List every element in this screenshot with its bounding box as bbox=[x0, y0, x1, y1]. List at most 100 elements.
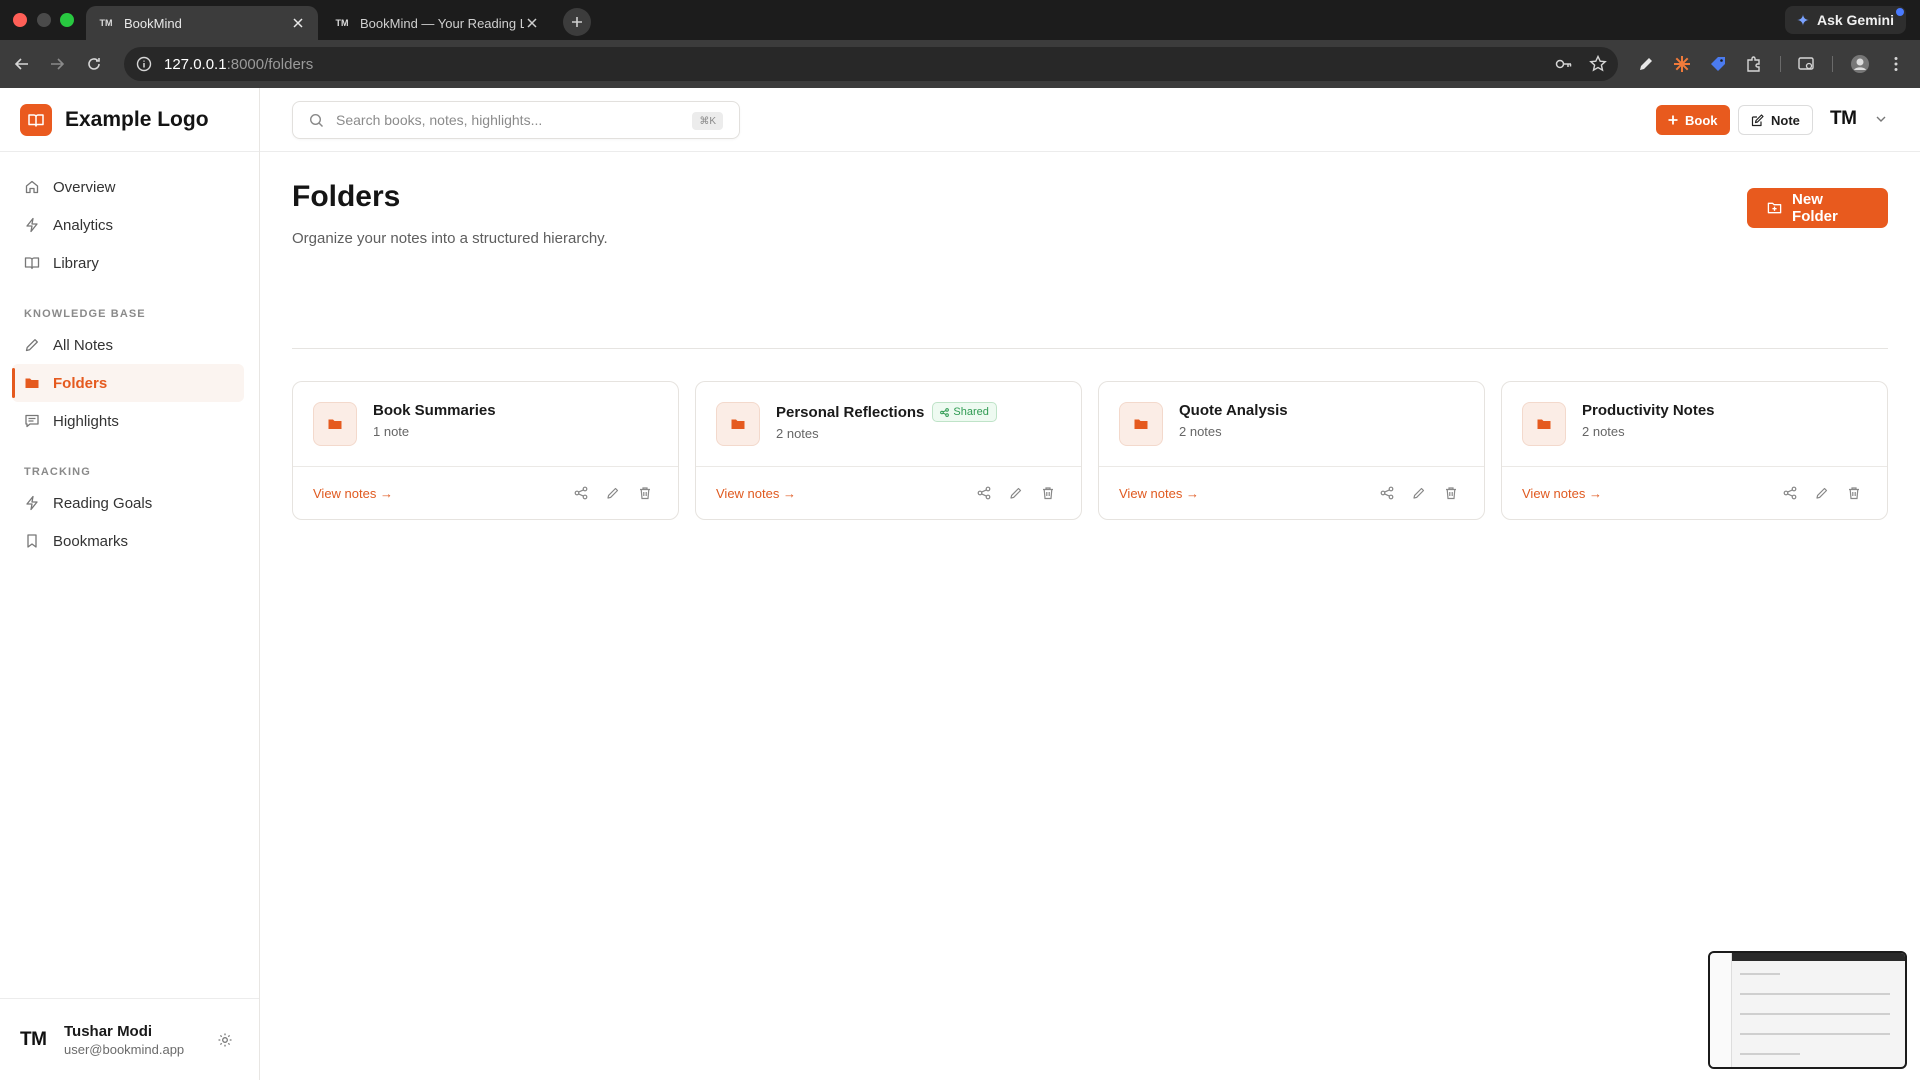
screenshot-thumbnail[interactable] bbox=[1708, 951, 1907, 1069]
brand[interactable]: Example Logo bbox=[0, 88, 259, 152]
thumbnail-line bbox=[1740, 1013, 1890, 1015]
profile-avatar-icon[interactable] bbox=[1848, 52, 1872, 76]
search-box[interactable]: ⌘K bbox=[292, 101, 740, 139]
window-zoom-button[interactable] bbox=[60, 13, 74, 27]
chevron-down-icon[interactable] bbox=[1874, 112, 1888, 126]
app-root: Example Logo Overview Analytics Library bbox=[0, 88, 1920, 1080]
share-icon bbox=[940, 407, 950, 417]
tab-favicon: TM bbox=[99, 18, 113, 28]
burst-extension-icon[interactable] bbox=[1670, 52, 1694, 76]
trash-icon[interactable] bbox=[638, 486, 652, 500]
view-notes-link[interactable]: View notes → bbox=[1119, 486, 1199, 501]
sidebar-item-label: Highlights bbox=[53, 412, 119, 430]
section-heading-knowledge-base: KNOWLEDGE BASE bbox=[24, 308, 146, 320]
window-close-button[interactable] bbox=[13, 13, 27, 27]
folder-name[interactable]: Personal Reflections bbox=[776, 404, 924, 421]
close-icon[interactable] bbox=[290, 15, 306, 31]
sidebar-item-analytics[interactable]: Analytics bbox=[12, 206, 244, 244]
page-title: Folders bbox=[292, 180, 401, 213]
folder-card-header: Book Summaries 1 note bbox=[293, 382, 678, 467]
folder-card-footer: View notes → bbox=[696, 467, 1081, 520]
thumbnail-sidebar bbox=[1710, 953, 1732, 1067]
forward-button[interactable] bbox=[45, 52, 69, 76]
share-icon[interactable] bbox=[1783, 486, 1797, 500]
menu-dots-icon[interactable] bbox=[1884, 52, 1908, 76]
add-book-button[interactable]: Book bbox=[1656, 105, 1730, 135]
avatar[interactable]: TM bbox=[1830, 108, 1857, 130]
address-bar[interactable]: 127.0.0.1:8000/folders bbox=[124, 47, 1618, 81]
edit-icon[interactable] bbox=[606, 486, 620, 500]
extensions-puzzle-icon[interactable] bbox=[1742, 52, 1766, 76]
share-icon[interactable] bbox=[977, 486, 991, 500]
bookmark-icon bbox=[24, 533, 40, 549]
sidebar-item-bookmarks[interactable]: Bookmarks bbox=[12, 522, 244, 560]
folder-icon bbox=[1522, 402, 1566, 446]
new-folder-button[interactable]: New Folder bbox=[1747, 188, 1888, 228]
add-note-label: Note bbox=[1771, 112, 1800, 128]
bookmark-star-icon[interactable] bbox=[1588, 54, 1608, 74]
sidebar-item-label: Folders bbox=[53, 374, 108, 392]
search-shortcut-hint: ⌘K bbox=[692, 112, 723, 130]
search-input[interactable] bbox=[336, 112, 676, 128]
user-profile[interactable]: TM Tushar Modi user@bookmind.app bbox=[0, 998, 259, 1080]
edit-icon[interactable] bbox=[1412, 486, 1426, 500]
activity-icon bbox=[24, 495, 40, 511]
folder-name[interactable]: Quote Analysis bbox=[1179, 402, 1288, 419]
folder-icon bbox=[313, 402, 357, 446]
home-icon bbox=[24, 179, 40, 195]
edit-icon[interactable] bbox=[1815, 486, 1829, 500]
sidebar-item-folders[interactable]: Folders bbox=[12, 364, 244, 402]
trash-icon[interactable] bbox=[1847, 486, 1861, 500]
sidebar-item-label: Bookmarks bbox=[53, 532, 129, 550]
plus-icon bbox=[1668, 115, 1678, 125]
folder-plus-icon bbox=[1767, 202, 1782, 214]
ask-gemini-button[interactable]: Ask Gemini bbox=[1784, 6, 1906, 34]
folder-note-count: 2 notes bbox=[1179, 424, 1222, 439]
url-text[interactable]: 127.0.0.1:8000/folders bbox=[164, 56, 313, 73]
gear-icon[interactable] bbox=[217, 1032, 233, 1048]
reload-button[interactable] bbox=[82, 52, 106, 76]
arrow-right-icon bbox=[51, 58, 65, 70]
browser-toolbar: 127.0.0.1:8000/folders bbox=[0, 40, 1920, 88]
book-open-icon bbox=[24, 255, 40, 271]
sidebar-item-label: Overview bbox=[53, 178, 116, 196]
folder-card[interactable]: Quote Analysis 2 notes View notes → bbox=[1098, 381, 1485, 520]
sidebar-item-all-notes[interactable]: All Notes bbox=[12, 326, 244, 364]
edit-icon[interactable] bbox=[1009, 486, 1023, 500]
trash-icon[interactable] bbox=[1444, 486, 1458, 500]
sidebar-item-reading-goals[interactable]: Reading Goals bbox=[12, 484, 244, 522]
site-info-icon[interactable] bbox=[134, 54, 154, 74]
pen-extension-icon[interactable] bbox=[1634, 52, 1658, 76]
close-icon[interactable] bbox=[524, 15, 540, 31]
share-icon[interactable] bbox=[574, 486, 588, 500]
new-tab-button[interactable] bbox=[563, 8, 591, 36]
view-notes-link[interactable]: View notes → bbox=[716, 486, 796, 501]
back-button[interactable] bbox=[10, 52, 34, 76]
folder-name[interactable]: Book Summaries bbox=[373, 402, 496, 419]
folder-card[interactable]: Personal Reflections Shared 2 notes View… bbox=[695, 381, 1082, 520]
browser-tab[interactable]: TM BookMind — Your Reading Lif bbox=[322, 6, 552, 40]
folder-name[interactable]: Productivity Notes bbox=[1582, 402, 1715, 419]
folder-card[interactable]: Productivity Notes 2 notes View notes → bbox=[1501, 381, 1888, 520]
trash-icon[interactable] bbox=[1041, 486, 1055, 500]
folder-icon bbox=[24, 375, 40, 391]
sidebar-item-highlights[interactable]: Highlights bbox=[12, 402, 244, 440]
folder-card[interactable]: Book Summaries 1 note View notes → bbox=[292, 381, 679, 520]
view-notes-link[interactable]: View notes → bbox=[313, 486, 393, 501]
share-icon[interactable] bbox=[1380, 486, 1394, 500]
add-note-button[interactable]: Note bbox=[1738, 105, 1813, 135]
activity-icon bbox=[24, 217, 40, 233]
tab-search-icon[interactable] bbox=[1794, 52, 1818, 76]
browser-tab-active[interactable]: TM BookMind bbox=[86, 6, 318, 40]
folder-note-count: 2 notes bbox=[1582, 424, 1625, 439]
sidebar: Example Logo Overview Analytics Library bbox=[0, 88, 260, 1080]
folder-card-header: Personal Reflections Shared 2 notes bbox=[696, 382, 1081, 467]
search-icon bbox=[309, 113, 324, 128]
password-key-icon[interactable] bbox=[1554, 54, 1574, 74]
sidebar-item-library[interactable]: Library bbox=[12, 244, 244, 282]
tag-extension-icon[interactable] bbox=[1706, 52, 1730, 76]
sidebar-item-overview[interactable]: Overview bbox=[12, 168, 244, 206]
window-minimize-button[interactable] bbox=[37, 13, 51, 27]
view-notes-link[interactable]: View notes → bbox=[1522, 486, 1602, 501]
sidebar-item-label: Reading Goals bbox=[53, 494, 153, 512]
